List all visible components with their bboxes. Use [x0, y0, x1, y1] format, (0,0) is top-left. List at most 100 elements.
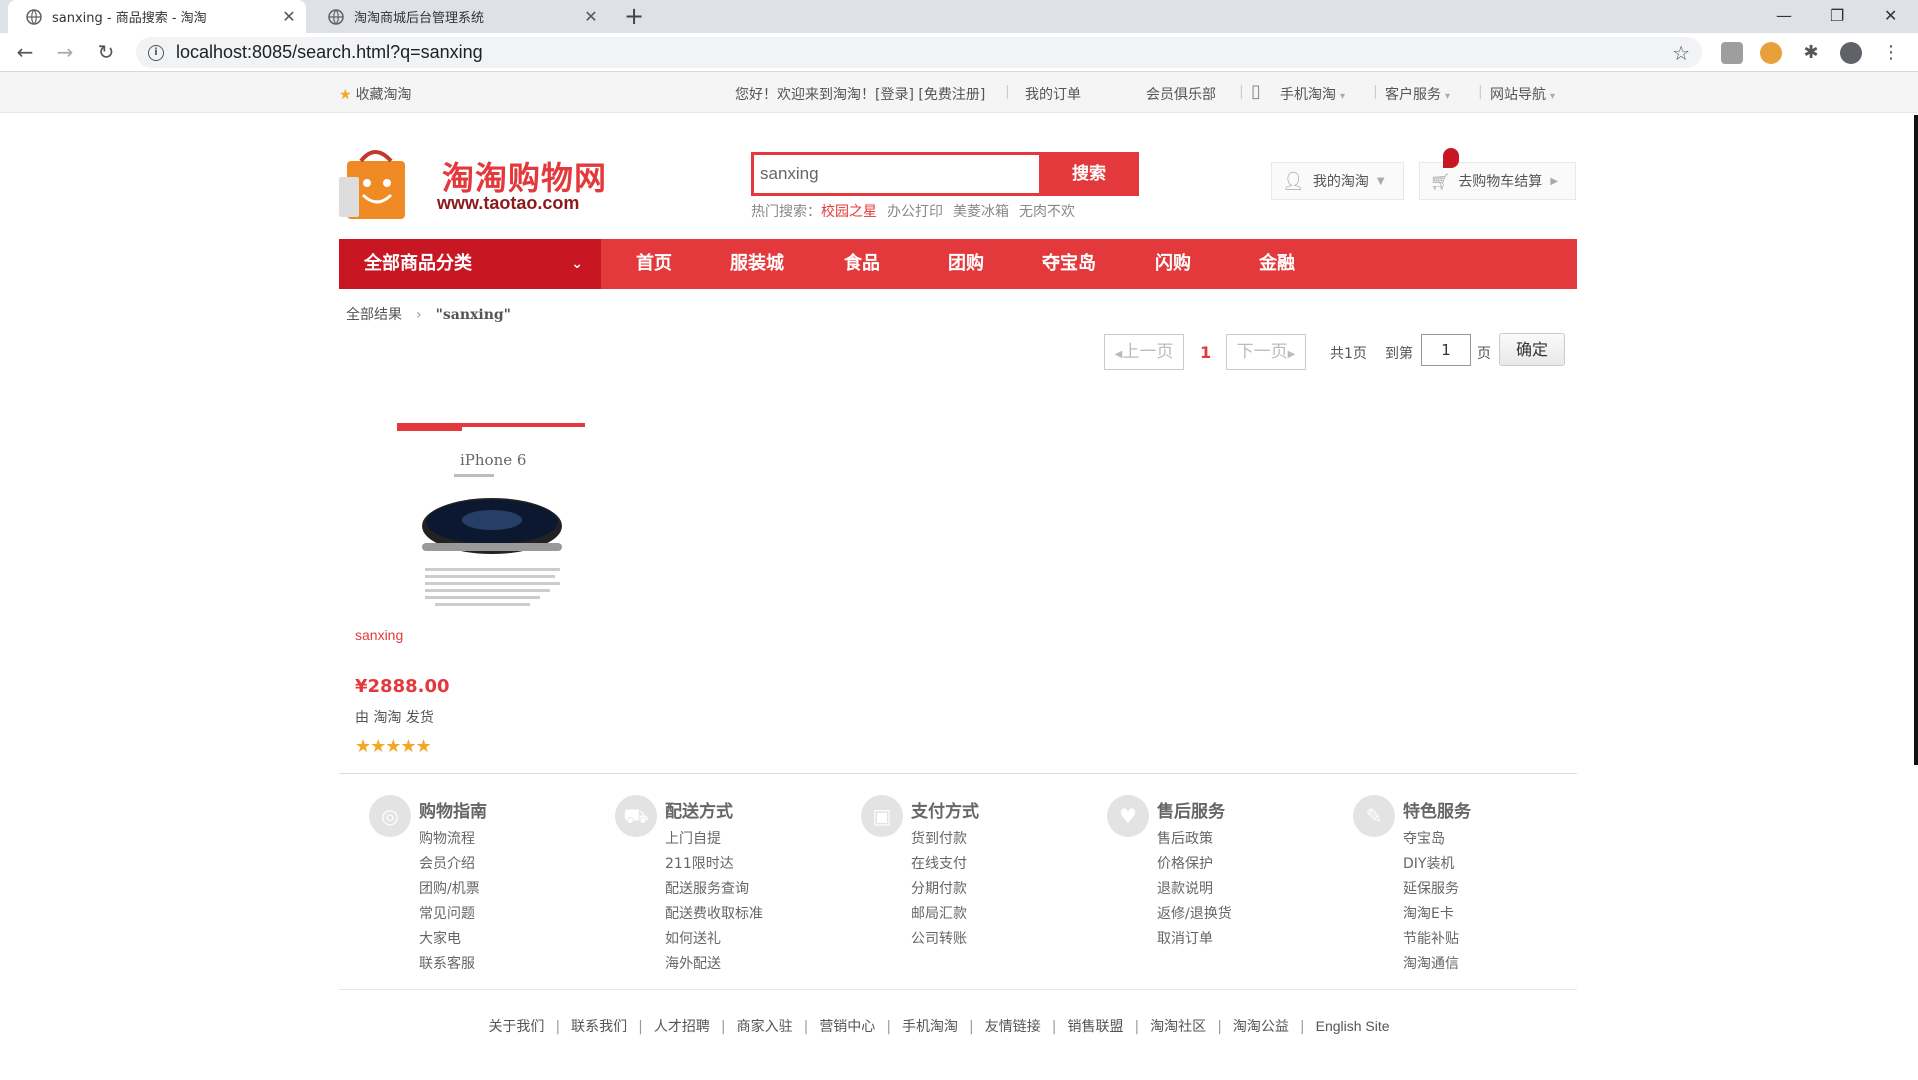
club-link[interactable]: 会员俱乐部 — [1146, 84, 1216, 104]
globe-icon — [328, 8, 344, 25]
goto-confirm-button[interactable]: 确定 — [1499, 333, 1565, 366]
footer-link[interactable]: 关于我们 — [488, 1019, 544, 1035]
help-link[interactable]: 货到付款 — [911, 827, 967, 852]
nav-clothing[interactable]: 服装城 — [730, 239, 784, 289]
nav-finance[interactable]: 金融 — [1259, 239, 1295, 289]
help-link[interactable]: 如何送礼 — [665, 927, 763, 952]
bookmark-star-icon[interactable]: ☆ — [1672, 41, 1690, 65]
help-title: 配送方式 — [665, 802, 733, 822]
extension-icon[interactable] — [1760, 42, 1782, 64]
address-bar[interactable]: i localhost:8085/search.html?q=sanxing ☆ — [136, 37, 1702, 68]
help-link[interactable]: 夺宝岛 — [1403, 827, 1459, 852]
help-link[interactable]: 邮局汇款 — [911, 902, 967, 927]
help-link[interactable]: 售后政策 — [1157, 827, 1232, 852]
nav-groupbuy[interactable]: 团购 — [948, 239, 984, 289]
help-link[interactable]: 公司转账 — [911, 927, 967, 952]
help-title: 支付方式 — [911, 802, 979, 822]
help-link[interactable]: 淘淘E卡 — [1403, 902, 1459, 927]
help-link[interactable]: 延保服务 — [1403, 877, 1459, 902]
current-page[interactable]: 1 — [1200, 343, 1211, 362]
tab-admin[interactable]: 淘淘商城后台管理系统 ✕ — [310, 0, 608, 33]
help-link[interactable]: 取消订单 — [1157, 927, 1232, 952]
new-tab-icon[interactable]: + — [624, 4, 644, 28]
product-card[interactable]: iPhone 6 — [355, 418, 595, 613]
truck-icon: ⛟ — [615, 795, 657, 837]
tab-search[interactable]: sanxing - 商品搜索 - 淘淘 ✕ — [8, 0, 306, 33]
help-link[interactable]: 节能补贴 — [1403, 927, 1459, 952]
page-number-input[interactable]: 1 — [1421, 334, 1471, 366]
site-nav-link[interactable]: 网站导航 ▾ — [1490, 84, 1555, 104]
footer-link[interactable]: 淘淘公益 — [1233, 1019, 1289, 1035]
help-title: 售后服务 — [1157, 802, 1225, 822]
search-input[interactable] — [754, 155, 1039, 193]
product-name[interactable]: sanxing — [355, 627, 403, 643]
hot-item[interactable]: 无肉不欢 — [1019, 204, 1075, 220]
site-logo[interactable]: 淘淘购物网 www.taotao.com — [339, 147, 669, 223]
help-link[interactable]: 海外配送 — [665, 952, 763, 977]
help-link[interactable]: 常见问题 — [419, 902, 480, 927]
prev-page-button[interactable]: ◀上一页 — [1104, 334, 1184, 370]
page-unit-label: 页 — [1477, 346, 1491, 362]
close-icon[interactable]: ✕ — [580, 7, 602, 26]
hot-item[interactable]: 办公打印 — [887, 204, 943, 220]
help-link[interactable]: 团购/机票 — [419, 877, 480, 902]
help-link[interactable]: 配送服务查询 — [665, 877, 763, 902]
nav-food[interactable]: 食品 — [844, 239, 880, 289]
help-link[interactable]: 淘淘通信 — [1403, 952, 1459, 977]
help-link[interactable]: 上门自提 — [665, 827, 763, 852]
footer-link[interactable]: 销售联盟 — [1067, 1019, 1123, 1035]
minimize-icon[interactable]: — — [1776, 6, 1792, 25]
footer-link[interactable]: 营销中心 — [819, 1019, 875, 1035]
help-link[interactable]: 211限时达 — [665, 852, 763, 877]
footer-link[interactable]: 友情链接 — [985, 1019, 1041, 1035]
globe-icon — [26, 8, 42, 25]
main-nav: 全部商品分类 ⌄ 首页 服装城 食品 团购 夺宝岛 闪购 金融 — [339, 239, 1577, 289]
search-button[interactable]: 搜索 — [1039, 152, 1139, 196]
footer-link[interactable]: 淘淘社区 — [1150, 1019, 1206, 1035]
hot-item[interactable]: 校园之星 — [821, 204, 877, 220]
nav-home[interactable]: 首页 — [636, 239, 672, 289]
help-link[interactable]: 在线支付 — [911, 852, 967, 877]
hot-item[interactable]: 美菱冰箱 — [953, 204, 1009, 220]
help-link[interactable]: 联系客服 — [419, 952, 480, 977]
scrollbar[interactable] — [1914, 115, 1918, 765]
favorite-link[interactable]: ★ 收藏淘淘 — [339, 84, 412, 104]
menu-icon[interactable]: ⋮ — [1880, 42, 1902, 64]
my-tao-button[interactable]: 👤︎ 我的淘淘 ▼ — [1271, 162, 1404, 200]
profile-icon[interactable] — [1840, 42, 1862, 64]
mobile-link[interactable]: 手机淘淘 ▾ — [1280, 84, 1345, 104]
product-image[interactable]: iPhone 6 — [355, 418, 587, 613]
footer-link[interactable]: 联系我们 — [571, 1019, 627, 1035]
extension-icon[interactable] — [1721, 42, 1743, 64]
my-orders-link[interactable]: 我的订单 — [1025, 84, 1081, 104]
nav-treasure[interactable]: 夺宝岛 — [1042, 239, 1096, 289]
breadcrumb-root[interactable]: 全部结果 — [346, 307, 402, 323]
window-close-icon[interactable]: ✕ — [1884, 6, 1897, 25]
next-page-button[interactable]: 下一页▶ — [1226, 334, 1306, 370]
help-link[interactable]: 配送费收取标准 — [665, 902, 763, 927]
info-icon[interactable]: i — [148, 44, 164, 61]
footer-link[interactable]: 商家入驻 — [737, 1019, 793, 1035]
back-icon[interactable]: ← — [14, 42, 36, 64]
close-icon[interactable]: ✕ — [278, 7, 300, 26]
puzzle-icon[interactable]: ✱ — [1800, 42, 1822, 64]
help-link[interactable]: 分期付款 — [911, 877, 967, 902]
forward-icon[interactable]: → — [54, 42, 76, 64]
help-link[interactable]: 价格保护 — [1157, 852, 1232, 877]
footer-link[interactable]: 人才招聘 — [654, 1019, 710, 1035]
footer-link[interactable]: 手机淘淘 — [902, 1019, 958, 1035]
all-categories-button[interactable]: 全部商品分类 ⌄ — [339, 239, 601, 289]
help-link[interactable]: DIY装机 — [1403, 852, 1459, 877]
divider: | — [1373, 84, 1378, 100]
help-link[interactable]: 返修/退换货 — [1157, 902, 1232, 927]
help-link[interactable]: 大家电 — [419, 927, 480, 952]
nav-flash[interactable]: 闪购 — [1155, 239, 1191, 289]
restore-icon[interactable]: ❐ — [1830, 6, 1844, 25]
welcome-login[interactable]: 您好！欢迎来到淘淘！[登录] [免费注册] — [735, 84, 985, 104]
help-link[interactable]: 退款说明 — [1157, 877, 1232, 902]
footer-link[interactable]: English Site — [1316, 1018, 1390, 1034]
help-link[interactable]: 购物流程 — [419, 827, 480, 852]
reload-icon[interactable]: ↻ — [95, 42, 117, 64]
help-link[interactable]: 会员介绍 — [419, 852, 480, 877]
service-link[interactable]: 客户服务 ▾ — [1385, 84, 1450, 104]
